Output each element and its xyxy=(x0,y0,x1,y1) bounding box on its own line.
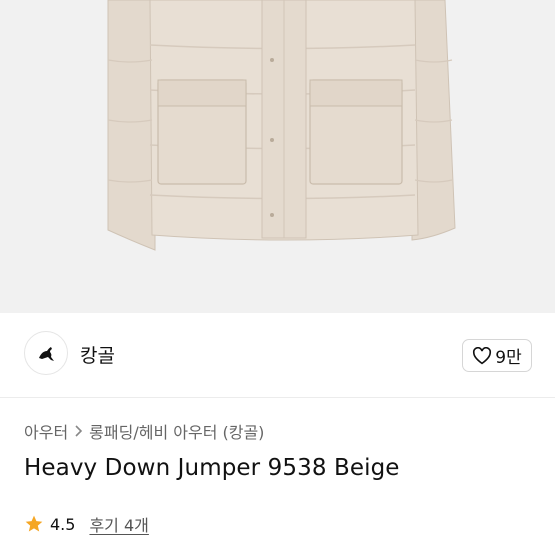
product-title: Heavy Down Jumper 9538 Beige xyxy=(24,455,400,481)
breadcrumb-item-category[interactable]: 롱패딩/헤비 아우터 (캉골) xyxy=(89,419,264,443)
rating-value: 4.5 xyxy=(50,514,76,534)
brand-logo[interactable] xyxy=(24,331,68,375)
breadcrumb: 아우터 롱패딩/헤비 아우터 (캉골) xyxy=(24,419,264,443)
like-count: 9만 xyxy=(495,348,522,368)
like-button[interactable]: 9만 xyxy=(462,339,532,372)
heart-outline-icon xyxy=(473,346,492,364)
jacket-illustration xyxy=(107,0,456,251)
breadcrumb-item-outer[interactable]: 아우터 xyxy=(24,419,68,443)
star-icon xyxy=(25,515,43,532)
kangaroo-logo-icon xyxy=(39,347,54,361)
rating-row: 4.5 후기 4개 xyxy=(24,512,149,536)
chevron-right-icon xyxy=(75,425,83,437)
product-image[interactable] xyxy=(0,0,555,313)
review-link[interactable]: 후기 4개 xyxy=(89,512,148,536)
brand-name[interactable]: 캉골 xyxy=(80,341,115,368)
